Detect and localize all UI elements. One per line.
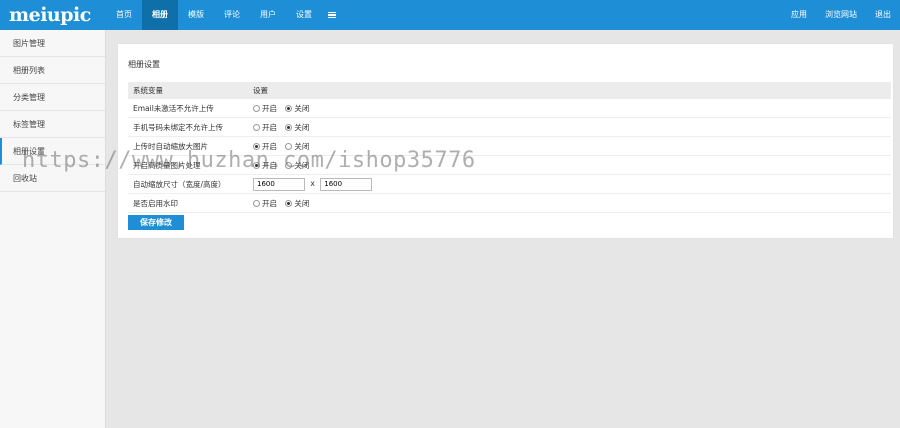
radio-button[interactable] xyxy=(253,161,260,169)
settings-panel: 相册设置 系统变量 设置 Email未激活不允许上传 开启 关闭 手机号码未绑定… xyxy=(117,43,894,239)
radio-off[interactable]: 关闭 xyxy=(285,122,309,133)
radio-button[interactable] xyxy=(253,142,260,150)
table-row: 自动缩放尺寸（宽度/高度） x xyxy=(128,174,891,194)
nav-item-logout[interactable]: 退出 xyxy=(866,0,900,30)
sidebar-item-album-list[interactable]: 相册列表 xyxy=(0,57,105,84)
logo[interactable]: meiupic xyxy=(9,2,91,28)
radio-label: 开启 xyxy=(262,198,277,208)
radio-off[interactable]: 关闭 xyxy=(285,103,309,114)
radio-button[interactable] xyxy=(285,199,293,207)
height-input[interactable] xyxy=(320,177,373,191)
main-nav: 首页 相册 模版 评论 用户 设置 xyxy=(106,0,344,30)
nav-item-browse-site[interactable]: 浏览网站 xyxy=(816,0,866,30)
right-nav: 应用 浏览网站 退出 xyxy=(782,0,900,30)
radio-off[interactable]: 关闭 xyxy=(285,160,309,171)
sidebar-item-recycle-bin[interactable]: 回收站 xyxy=(0,165,105,192)
radio-button[interactable] xyxy=(285,123,293,131)
menu-icon[interactable] xyxy=(322,0,344,30)
nav-item-comments[interactable]: 评论 xyxy=(214,0,250,30)
radio-button[interactable] xyxy=(253,104,260,112)
setting-label: Email未激活不允许上传 xyxy=(128,99,251,118)
table-row: 开启高质量图片处理 开启 关闭 xyxy=(128,155,891,175)
radio-label: 关闭 xyxy=(294,103,310,113)
radio-label: 开启 xyxy=(262,141,277,151)
top-bar: meiupic 首页 相册 模版 评论 用户 设置 应用 浏览网站 退出 xyxy=(0,0,900,30)
table-row: 是否启用水印 开启 关闭 xyxy=(128,193,891,213)
nav-item-home[interactable]: 首页 xyxy=(106,0,142,30)
nav-item-template[interactable]: 模版 xyxy=(178,0,214,30)
radio-button[interactable] xyxy=(285,104,293,112)
radio-label: 关闭 xyxy=(294,141,310,151)
setting-label: 上传时自动缩放大图片 xyxy=(128,136,251,156)
column-header: 系统变量 xyxy=(128,82,251,99)
nav-item-apps[interactable]: 应用 xyxy=(782,0,816,30)
times-sign: x xyxy=(310,179,315,188)
radio-label: 开启 xyxy=(262,122,277,132)
radio-on[interactable]: 开启 xyxy=(253,141,277,152)
radio-off[interactable]: 关闭 xyxy=(285,141,309,152)
setting-label: 自动缩放尺寸（宽度/高度） xyxy=(128,174,251,194)
radio-on[interactable]: 开启 xyxy=(253,122,277,133)
radio-on[interactable]: 开启 xyxy=(253,198,277,209)
sidebar: 图片管理 相册列表 分类管理 标签管理 相册设置 回收站 xyxy=(0,30,106,428)
table-row: 上传时自动缩放大图片 开启 关闭 xyxy=(128,136,891,156)
radio-label: 开启 xyxy=(262,160,277,170)
width-input[interactable] xyxy=(253,177,305,191)
table-row: 手机号码未绑定不允许上传 开启 关闭 xyxy=(128,117,891,137)
radio-label: 关闭 xyxy=(294,198,310,208)
radio-label: 关闭 xyxy=(294,122,310,132)
radio-button[interactable] xyxy=(253,199,260,207)
setting-label: 开启高质量图片处理 xyxy=(128,155,251,175)
radio-label: 开启 xyxy=(262,103,277,113)
nav-item-settings[interactable]: 设置 xyxy=(286,0,322,30)
setting-label: 手机号码未绑定不允许上传 xyxy=(128,117,251,137)
sidebar-item-album-settings[interactable]: 相册设置 xyxy=(0,138,105,165)
setting-label: 是否启用水印 xyxy=(128,193,251,213)
panel-title: 相册设置 xyxy=(128,60,160,69)
radio-on[interactable]: 开启 xyxy=(253,103,277,114)
radio-label: 关闭 xyxy=(294,160,310,170)
sidebar-item-tag-manage[interactable]: 标签管理 xyxy=(0,111,105,138)
radio-on[interactable]: 开启 xyxy=(253,160,277,171)
radio-button[interactable] xyxy=(253,123,260,131)
nav-item-users[interactable]: 用户 xyxy=(250,0,286,30)
sidebar-item-photo-manage[interactable]: 图片管理 xyxy=(0,30,105,57)
table-row: Email未激活不允许上传 开启 关闭 xyxy=(128,99,891,118)
settings-table: 系统变量 设置 Email未激活不允许上传 开启 关闭 手机号码未绑定不允许上传… xyxy=(128,82,891,213)
save-button[interactable]: 保存修改 xyxy=(128,215,184,230)
sidebar-item-category-manage[interactable]: 分类管理 xyxy=(0,84,105,111)
radio-button[interactable] xyxy=(285,161,293,169)
radio-off[interactable]: 关闭 xyxy=(285,198,309,209)
radio-button[interactable] xyxy=(285,142,293,150)
column-header: 设置 xyxy=(251,82,891,99)
nav-item-album[interactable]: 相册 xyxy=(142,0,178,30)
